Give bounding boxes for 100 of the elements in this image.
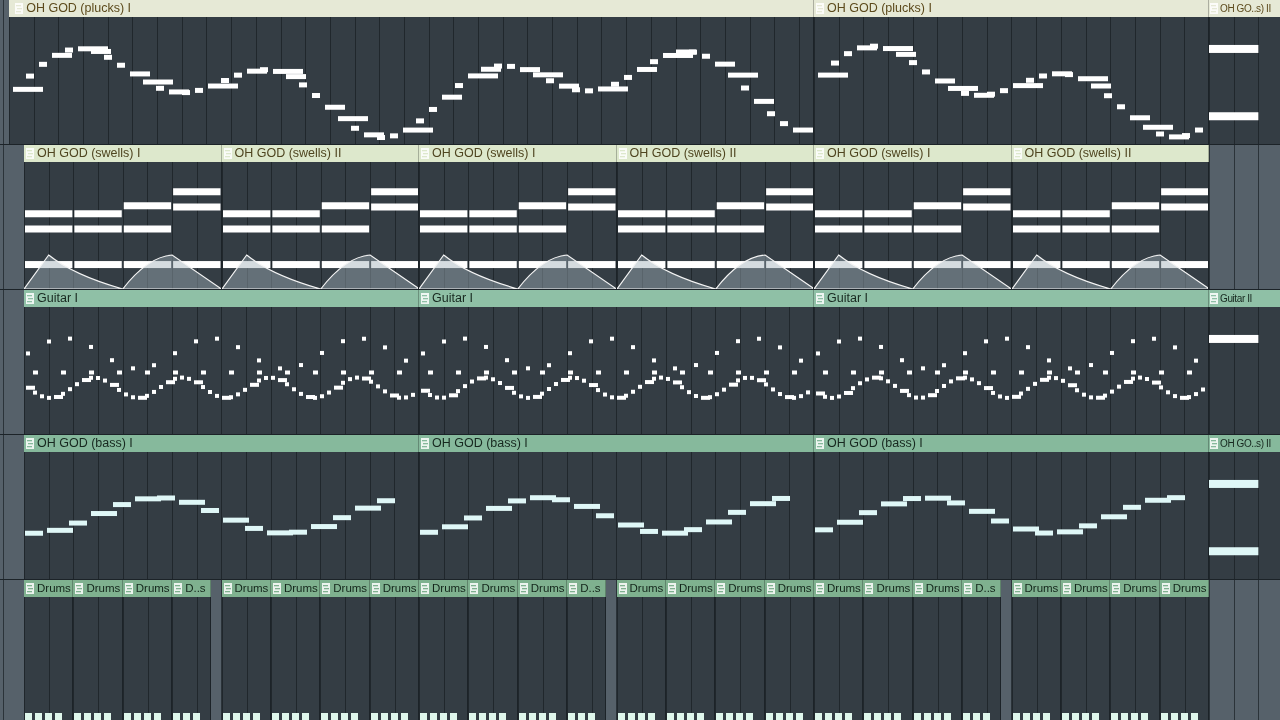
clip-body[interactable] [517,597,568,720]
clip-body[interactable] [715,597,765,720]
clip-header[interactable]: Drums [419,580,469,597]
clip-header[interactable]: OH GO..s) II [1209,435,1280,452]
clip-header[interactable]: OH GOD (bass) I [24,435,419,452]
clip-header[interactable]: OH GOD (swells) II [616,145,814,162]
clip-body[interactable] [814,307,1209,434]
clip-header[interactable]: Drums [665,580,716,597]
clip-header[interactable]: Guitar I [419,290,814,307]
clip-header[interactable]: Drums [122,580,173,597]
clip-label: OH GOD (swells) II [234,147,342,160]
clip-header[interactable]: Drums [715,580,765,597]
clip-body[interactable] [172,597,212,720]
clip-header[interactable]: Drums [221,580,271,597]
pattern-icon [1210,293,1218,304]
pattern-icon [421,148,429,159]
clip-body[interactable] [1060,597,1111,720]
clip-body[interactable] [764,597,814,720]
clip-header[interactable]: Drums [814,580,864,597]
clip-body[interactable] [1011,162,1209,289]
clip-body[interactable] [863,597,913,720]
clip-header[interactable]: Guitar II [1209,290,1280,307]
clip-body[interactable] [221,162,419,289]
pattern-icon [1013,148,1022,159]
clip-label: OH GOD (bass) I [37,437,133,450]
clip-body[interactable] [1110,597,1160,720]
clip-body[interactable] [962,597,1002,720]
clip-body[interactable] [1011,597,1061,720]
clip-body[interactable] [24,162,222,289]
clip-body[interactable] [912,597,963,720]
clip-header[interactable]: Drums [764,580,814,597]
clip-header[interactable]: OH GOD (plucks) I [9,0,814,17]
clip-body[interactable] [419,597,469,720]
clip-body[interactable] [73,597,123,720]
clip-body[interactable] [24,452,419,579]
pattern-icon [519,583,528,594]
pattern-icon [124,583,133,594]
clip-body[interactable] [1159,597,1209,720]
clip-body[interactable] [122,597,173,720]
clip-body[interactable] [1209,307,1280,434]
clip-header[interactable]: OH GOD (swells) II [1011,145,1209,162]
clip-body[interactable] [419,452,814,579]
clip-header[interactable]: Drums [1110,580,1160,597]
clip-label: OH GOD (swells) I [827,147,931,160]
clip-body[interactable] [270,597,321,720]
pattern-icon [766,583,775,594]
clip-body[interactable] [814,17,1209,144]
clip-body[interactable] [24,307,419,434]
notes-drawing [518,713,556,720]
clip-header[interactable]: Drums [1060,580,1111,597]
clip-body[interactable] [665,597,716,720]
clip-header[interactable]: OH GO..s) II [1209,0,1280,17]
clip-header[interactable]: Drums [73,580,123,597]
clip-label: Drums [876,582,911,595]
clip-header[interactable]: Drums [24,580,74,597]
clip-header[interactable]: Guitar I [24,290,419,307]
clip-header[interactable]: Drums [468,580,518,597]
clip-body[interactable] [468,597,518,720]
clip-header[interactable]: Drums [320,580,370,597]
clip-body[interactable] [567,597,607,720]
clip-header[interactable]: Drums [270,580,321,597]
pattern-icon [470,583,479,594]
clip-header[interactable]: Drums [912,580,963,597]
clip-header[interactable]: OH GOD (swells) II [221,145,419,162]
clip-body[interactable] [320,597,370,720]
clip-body[interactable] [814,162,1012,289]
clip-header[interactable]: Drums [1159,580,1209,597]
clip-header[interactable]: Drums [369,580,419,597]
pattern-icon [569,583,578,594]
clip-body[interactable] [1209,17,1280,144]
clip-header[interactable]: Guitar I [814,290,1209,307]
clip-body[interactable] [814,597,864,720]
clip-header[interactable]: Drums [863,580,913,597]
clip-body[interactable] [9,17,814,144]
clip-header[interactable]: OH GOD (swells) I [24,145,222,162]
clip-header[interactable]: OH GOD (plucks) I [814,0,1209,17]
clip-body[interactable] [24,597,74,720]
pattern-icon [26,293,34,304]
clip-body[interactable] [419,162,617,289]
clip-header[interactable]: D..s [172,580,212,597]
clip-body[interactable] [814,452,1209,579]
pattern-icon [816,583,824,594]
clip-header[interactable]: D..s [567,580,607,597]
pattern-icon [1013,583,1022,594]
clip-header[interactable]: OH GOD (bass) I [814,435,1209,452]
clip-body[interactable] [616,597,666,720]
clip-body[interactable] [419,307,814,434]
notes-drawing [1061,713,1099,720]
clip-header[interactable]: OH GOD (swells) I [419,145,617,162]
clip-header[interactable]: Drums [517,580,568,597]
clip-header[interactable]: Drums [1011,580,1061,597]
clip-header[interactable]: OH GOD (bass) I [419,435,814,452]
clip-body[interactable] [369,597,419,720]
clip-label: Drums [37,582,71,595]
clip-body[interactable] [616,162,814,289]
clip-body[interactable] [221,597,271,720]
clip-header[interactable]: D..s [962,580,1002,597]
clip-body[interactable] [1209,452,1280,579]
clip-header[interactable]: Drums [616,580,666,597]
clip-header[interactable]: OH GOD (swells) I [814,145,1012,162]
